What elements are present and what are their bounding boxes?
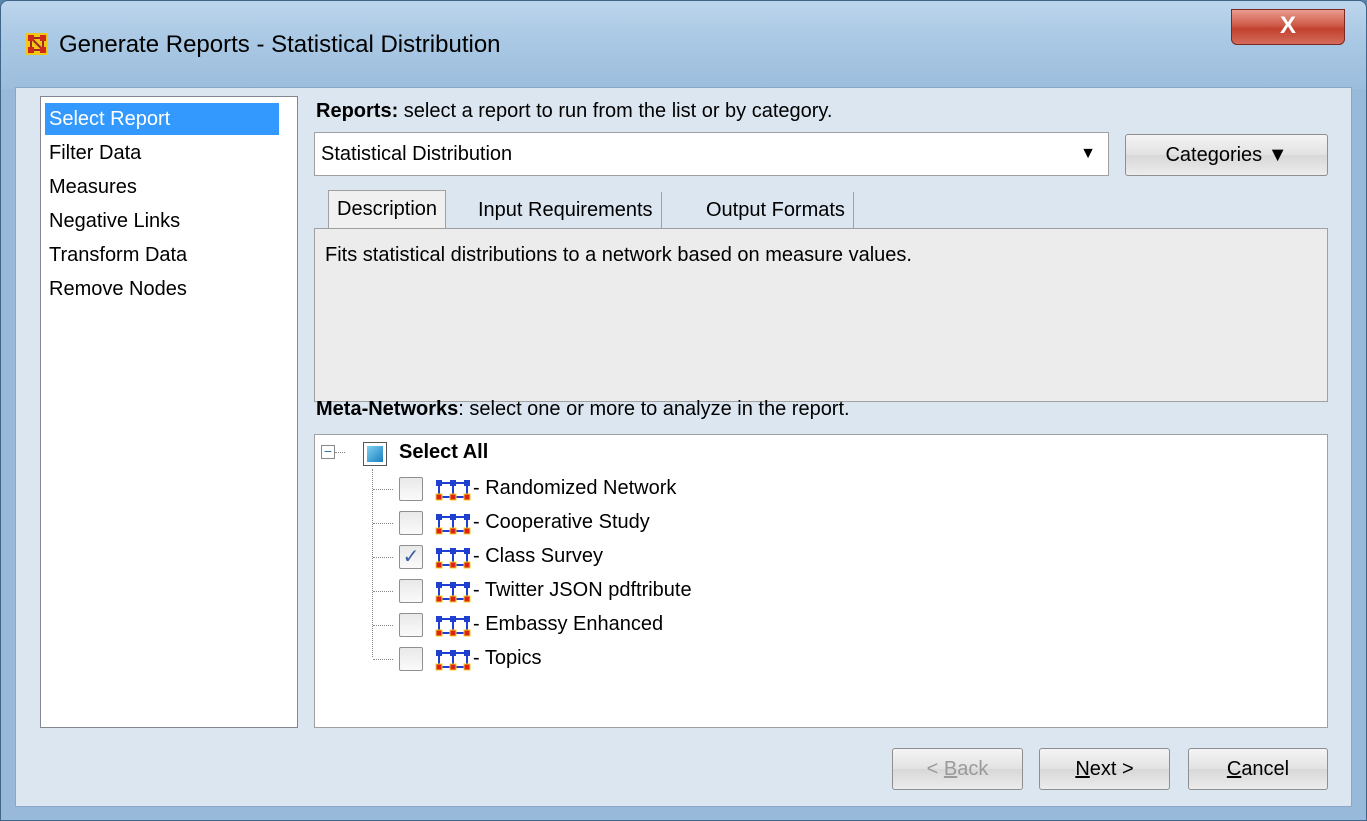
meta-networks-label-text: : select one or more to analyze in the r… bbox=[458, 398, 850, 420]
back-button-rest: ack bbox=[957, 758, 989, 780]
network-checkbox[interactable] bbox=[399, 511, 423, 535]
nav-item-select-report[interactable]: Select Report bbox=[45, 103, 279, 135]
report-dropdown-value: Statistical Distribution bbox=[321, 143, 513, 165]
tree-row: ✓ - Class Survey bbox=[315, 541, 915, 575]
meta-network-icon bbox=[435, 514, 471, 535]
network-checkbox[interactable] bbox=[399, 647, 423, 671]
report-dropdown[interactable]: Statistical Distribution ▼ bbox=[314, 132, 1109, 176]
cancel-button-rest: ancel bbox=[1241, 758, 1290, 780]
dialog-content: Select Report Filter Data Measures Negat… bbox=[15, 87, 1352, 807]
tree-connector bbox=[373, 659, 393, 660]
tree-row: - Embassy Enhanced bbox=[315, 609, 915, 643]
nav-item-measures[interactable]: Measures bbox=[45, 171, 141, 203]
checkmark-icon: ✓ bbox=[402, 546, 420, 568]
next-button-mnemonic: N bbox=[1075, 758, 1090, 780]
tab-input-requirements[interactable]: Input Requirements bbox=[470, 192, 662, 228]
tree-connector bbox=[373, 625, 393, 626]
dropdown-arrow-icon: ▼ bbox=[1080, 145, 1096, 162]
description-text: Fits statistical distributions to a netw… bbox=[325, 244, 912, 266]
meta-network-tree: − Select All - Randomized Network - Coop… bbox=[314, 434, 1328, 728]
meta-network-icon bbox=[435, 582, 471, 603]
dialog-window: Generate Reports - Statistical Distribut… bbox=[0, 0, 1367, 821]
back-button[interactable]: < Back bbox=[892, 748, 1023, 790]
tree-row: - Topics bbox=[315, 643, 915, 677]
network-label: - Topics bbox=[473, 647, 542, 669]
network-label: - Twitter JSON pdftribute bbox=[473, 579, 692, 601]
meta-networks-label-bold: Meta-Networks bbox=[316, 398, 459, 420]
nav-item-transform-data[interactable]: Transform Data bbox=[45, 239, 191, 271]
reports-label-bold: Reports: bbox=[316, 100, 399, 122]
cancel-button[interactable]: Cancel bbox=[1188, 748, 1328, 790]
network-label: - Class Survey bbox=[473, 545, 604, 567]
network-checkbox-checked[interactable]: ✓ bbox=[399, 545, 423, 569]
network-label: - Cooperative Study bbox=[473, 511, 650, 533]
back-button-mnemonic: B bbox=[943, 758, 958, 780]
select-all-label: Select All bbox=[399, 441, 489, 463]
description-panel: Fits statistical distributions to a netw… bbox=[314, 228, 1328, 402]
meta-network-icon bbox=[435, 480, 471, 501]
nav-item-negative-links[interactable]: Negative Links bbox=[45, 205, 184, 237]
tree-row: - Twitter JSON pdftribute bbox=[315, 575, 915, 609]
tree-connector bbox=[373, 523, 393, 524]
tree-row: - Cooperative Study bbox=[315, 507, 915, 541]
tree-connector bbox=[373, 591, 393, 592]
select-all-checkbox[interactable] bbox=[363, 442, 387, 466]
reports-label: Reports: select a report to run from the… bbox=[316, 100, 833, 123]
next-button-rest: ext > bbox=[1089, 758, 1134, 780]
cancel-button-mnemonic: C bbox=[1226, 758, 1242, 780]
meta-network-icon bbox=[435, 616, 471, 637]
categories-button[interactable]: Categories ▼ bbox=[1125, 134, 1328, 176]
network-checkbox[interactable] bbox=[399, 579, 423, 603]
tab-description[interactable]: Description bbox=[328, 190, 447, 228]
network-label: - Embassy Enhanced bbox=[473, 613, 664, 635]
window-title: Generate Reports - Statistical Distribut… bbox=[59, 31, 501, 58]
meta-networks-label: Meta-Networks: select one or more to ana… bbox=[316, 398, 850, 421]
tree-connector bbox=[373, 489, 393, 490]
collapse-icon[interactable]: − bbox=[321, 444, 335, 459]
tab-output-formats[interactable]: Output Formats bbox=[698, 192, 854, 228]
app-logo-icon bbox=[26, 33, 48, 55]
meta-network-icon bbox=[435, 650, 471, 671]
network-checkbox[interactable] bbox=[399, 613, 423, 637]
reports-label-text: select a report to run from the list or … bbox=[398, 100, 833, 122]
title-bar[interactable]: Generate Reports - Statistical Distribut… bbox=[1, 1, 1366, 89]
back-button-prefix: < bbox=[926, 758, 944, 780]
network-label: - Randomized Network bbox=[473, 477, 677, 499]
wizard-step-list: Select Report Filter Data Measures Negat… bbox=[40, 96, 298, 728]
next-button[interactable]: Next > bbox=[1039, 748, 1170, 790]
network-checkbox[interactable] bbox=[399, 477, 423, 501]
tree-row: - Randomized Network bbox=[315, 473, 915, 507]
tree-row-select-all: − Select All bbox=[315, 435, 915, 469]
tree-connector bbox=[373, 557, 393, 558]
partial-selection-icon bbox=[367, 446, 383, 462]
close-button[interactable]: X bbox=[1231, 9, 1345, 45]
meta-network-icon bbox=[435, 548, 471, 569]
nav-item-filter-data[interactable]: Filter Data bbox=[45, 137, 145, 169]
nav-item-remove-nodes[interactable]: Remove Nodes bbox=[45, 273, 191, 305]
